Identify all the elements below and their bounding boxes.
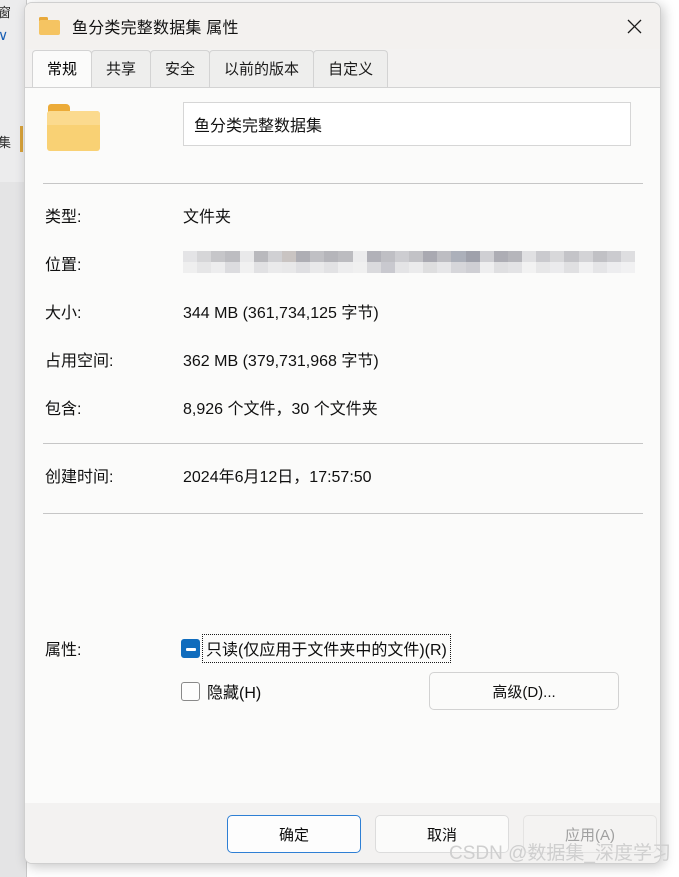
background-text-fragment-middle: ∨: [0, 27, 8, 44]
title-bar: 鱼分类完整数据集 属性: [25, 3, 660, 49]
label-created: 创建时间:: [45, 469, 114, 486]
row-size: 大小: 344 MB (361,734,125 字节): [25, 299, 660, 323]
ok-button[interactable]: 确定: [227, 815, 361, 853]
advanced-button[interactable]: 高级(D)...: [429, 672, 619, 710]
tab-strip: 常规 共享 安全 以前的版本 自定义: [25, 49, 660, 87]
label-attributes: 属性:: [45, 642, 82, 659]
label-size-on-disk: 占用空间:: [45, 353, 114, 370]
folder-properties-dialog: 鱼分类完整数据集 属性 常规 共享 安全 以前的版本 自定义 鱼分类完整数据集 …: [24, 2, 661, 864]
apply-button: 应用(A): [523, 815, 657, 853]
folder-name-row: 鱼分类完整数据集: [25, 102, 660, 164]
row-size-on-disk: 占用空间: 362 MB (379,731,968 字节): [25, 347, 660, 371]
tab-customize[interactable]: 自定义: [313, 50, 389, 87]
hidden-checkbox-row[interactable]: 隐藏(H): [181, 679, 261, 703]
row-created: 创建时间: 2024年6月12日，17:57:50: [25, 463, 660, 487]
close-icon[interactable]: [608, 3, 660, 49]
window-title: 鱼分类完整数据集 属性: [72, 20, 239, 37]
row-contains: 包含: 8,926 个文件，30 个文件夹: [25, 395, 660, 419]
background-accent-bar: [20, 126, 23, 152]
label-type: 类型:: [45, 209, 82, 226]
readonly-checkbox-row[interactable]: 只读(仅应用于文件夹中的文件)(R): [181, 634, 451, 663]
row-location: 位置:: [25, 251, 660, 275]
tab-security[interactable]: 安全: [150, 50, 211, 87]
divider-bottom: [43, 513, 643, 514]
value-location-redacted: [183, 251, 635, 273]
background-text-fragment-top: 窗: [0, 2, 11, 21]
tab-sharing[interactable]: 共享: [91, 50, 152, 87]
value-size-on-disk: 362 MB (379,731,968 字节): [183, 353, 379, 370]
hidden-checkbox[interactable]: [181, 681, 200, 701]
folder-icon-large: [47, 104, 103, 154]
label-location: 位置:: [45, 257, 82, 274]
value-size: 344 MB (361,734,125 字节): [183, 305, 379, 322]
value-type: 文件夹: [183, 209, 232, 226]
readonly-checkbox[interactable]: [181, 639, 200, 658]
divider-middle: [43, 443, 643, 444]
tab-general[interactable]: 常规: [32, 50, 93, 87]
cancel-button[interactable]: 取消: [375, 815, 509, 853]
general-tab-panel: 鱼分类完整数据集 类型: 文件夹 位置: 大小: 344 MB (361,734…: [25, 87, 660, 803]
folder-name-input[interactable]: 鱼分类完整数据集: [183, 102, 631, 146]
readonly-label: 只读(仅应用于文件夹中的文件)(R): [202, 634, 451, 663]
label-size: 大小:: [45, 305, 82, 322]
folder-icon: [39, 17, 61, 35]
label-contains: 包含:: [45, 401, 82, 418]
background-window-lower-area: [0, 182, 26, 877]
tab-previous-versions[interactable]: 以前的版本: [209, 50, 315, 87]
row-type: 类型: 文件夹: [25, 203, 660, 227]
value-contains: 8,926 个文件，30 个文件夹: [183, 401, 378, 418]
background-window-strip: 窗 ∨ 集: [0, 0, 27, 877]
dialog-footer: 确定 取消 应用(A): [25, 803, 660, 863]
value-created: 2024年6月12日，17:57:50: [183, 469, 372, 486]
hidden-label: 隐藏(H): [207, 685, 262, 702]
background-text-fragment-lower: 集: [0, 132, 11, 151]
divider-top: [43, 183, 643, 184]
